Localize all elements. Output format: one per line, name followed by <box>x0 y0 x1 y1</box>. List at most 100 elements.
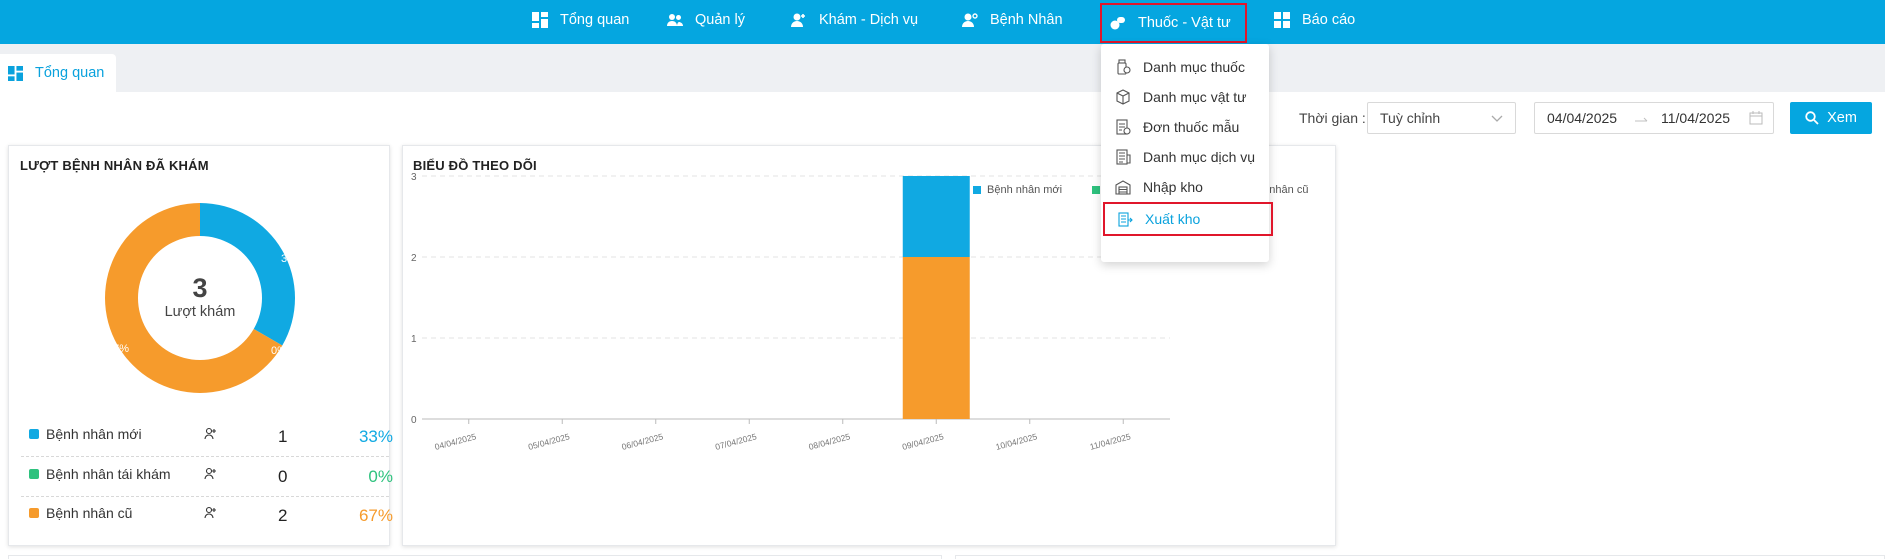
box-icon <box>1116 89 1130 105</box>
nav-item-bao-cao[interactable]: Báo cáo <box>1274 0 1355 40</box>
nav-item-label: Khám - Dịch vụ <box>819 12 919 28</box>
donut-total: 3 <box>192 273 207 303</box>
users-icon <box>204 506 216 519</box>
chart-grid: 0 1 2 3 <box>411 172 1170 426</box>
legend-swatch-return <box>1092 186 1100 194</box>
x-tick-label: 07/04/2025 <box>714 431 758 452</box>
x-tick-label: 05/04/2025 <box>527 431 571 452</box>
legend-label: Bệnh nhân cũ <box>46 505 133 521</box>
thuoc-vat-tu-dropdown: Danh mục thuốc Danh mục vật tư Đơn thuốc… <box>1101 44 1273 262</box>
slice-label-old: 67% <box>107 343 129 355</box>
tab-tong-quan[interactable]: Tổng quan <box>0 54 116 92</box>
users-icon <box>204 427 216 440</box>
menu-item-danh-muc-thuoc[interactable]: Danh mục thuốc <box>1101 52 1269 82</box>
legend-label: Bệnh nhân tái khám <box>46 466 171 482</box>
legend-row-new: Bệnh nhân mới 1 33% <box>21 422 393 455</box>
slice-label-return: 0% <box>271 345 287 357</box>
legend-dot <box>29 429 39 439</box>
menu-item-label: Danh mục thuốc <box>1143 59 1245 75</box>
warehouse-in-icon <box>1115 180 1131 195</box>
legend-percent: 67% <box>358 506 393 525</box>
date-to[interactable]: 11/04/2025 <box>1661 110 1730 126</box>
y-tick-label: 0 <box>411 415 417 426</box>
menu-item-label: Nhập kho <box>1143 179 1203 195</box>
menu-item-label: Đơn thuốc mẫu <box>1143 119 1240 135</box>
x-tick-label: 10/04/2025 <box>995 431 1039 452</box>
divider <box>21 496 389 497</box>
date-from[interactable]: 04/04/2025 <box>1547 110 1617 126</box>
chart-x-labels: 04/04/2025 05/04/2025 06/04/2025 07/04/2025… <box>434 419 1132 452</box>
nav-item-kham-dich-vu[interactable]: Khám - Dịch vụ <box>791 0 918 40</box>
slice-label-new: 33% <box>281 253 303 265</box>
legend-row-return: Bệnh nhân tái khám 0 0% <box>21 462 393 495</box>
chevron-down-icon <box>1491 115 1503 122</box>
divider <box>21 456 389 457</box>
menu-item-label: Danh mục vật tư <box>1143 89 1247 105</box>
nav-item-label: Thuốc - Vật tư <box>1138 15 1231 31</box>
bar-segment-new[interactable] <box>902 176 970 257</box>
time-range-select[interactable]: Tuỳ chỉnh <box>1367 102 1516 134</box>
view-button-label: Xem <box>1827 110 1857 126</box>
nav-item-label: Báo cáo <box>1302 12 1356 28</box>
medicine-bottle-icon <box>1117 59 1131 75</box>
arrow-right-icon <box>1635 117 1648 122</box>
menu-item-nhap-kho[interactable]: Nhập kho <box>1101 172 1269 202</box>
x-tick-label: 06/04/2025 <box>621 431 665 452</box>
nav-item-benh-nhan[interactable]: Bệnh Nhân <box>962 0 1063 40</box>
nav-item-label: Quản lý <box>695 12 745 28</box>
donut-chart: 33% 0% 67% 3 Lượt khám <box>105 203 303 393</box>
legend-count: 2 <box>278 506 288 525</box>
bottom-card-right <box>955 555 1885 559</box>
y-tick-label: 1 <box>411 334 417 345</box>
nav-item-label: Bệnh Nhân <box>990 12 1063 28</box>
legend-label-new: Bệnh nhân mới <box>987 184 1062 196</box>
users-icon <box>204 467 216 480</box>
legend-dot <box>29 508 39 518</box>
doctor-icon <box>791 13 805 27</box>
legend-count: 0 <box>278 467 288 486</box>
donut-slice-new <box>200 203 295 346</box>
legend-count: 1 <box>278 427 288 446</box>
calendar-icon <box>1749 111 1763 125</box>
view-button[interactable]: Xem <box>1790 102 1872 134</box>
donut-total-label: Lượt khám <box>165 304 236 320</box>
dashboard-icon <box>532 12 548 28</box>
legend-swatch-new <box>973 186 981 194</box>
bar-segment-old[interactable] <box>902 257 970 419</box>
chart-bars <box>902 176 970 419</box>
warehouse-out-icon <box>1118 212 1133 227</box>
patients-card: LƯỢT BỆNH NHÂN ĐÃ KHÁM 33% 0% 67% 3 Lượt… <box>8 145 393 546</box>
menu-item-label: Xuất kho <box>1145 211 1201 227</box>
x-tick-label: 09/04/2025 <box>901 431 945 452</box>
menu-item-label: Danh mục dịch vụ <box>1143 149 1256 165</box>
y-tick-label: 3 <box>411 172 417 183</box>
medicine-icon <box>1110 17 1125 31</box>
tab-label: Tổng quan <box>35 65 105 81</box>
search-icon <box>1805 111 1819 125</box>
nav-item-quan-ly[interactable]: Quản lý <box>667 0 745 40</box>
legend-percent: 33% <box>358 427 393 446</box>
users-icon <box>667 14 683 26</box>
bottom-card-left <box>8 555 942 559</box>
top-navbar: Tổng quan Quản lý Khám - Dịch vụ Bệnh Nh… <box>0 0 1885 44</box>
tab-bar: Tổng quan <box>0 44 1885 92</box>
date-range-picker[interactable]: 04/04/2025 11/04/2025 <box>1534 102 1774 134</box>
x-tick-label: 11/04/2025 <box>1089 431 1132 452</box>
nav-item-tong-quan[interactable]: Tổng quan <box>532 0 629 40</box>
legend-percent: 0% <box>368 467 393 486</box>
menu-item-xuat-kho[interactable]: Xuất kho <box>1103 202 1273 236</box>
x-tick-label: 08/04/2025 <box>808 431 852 452</box>
select-value: Tuỳ chỉnh <box>1380 110 1441 126</box>
menu-item-danh-muc-vat-tu[interactable]: Danh mục vật tư <box>1101 82 1269 112</box>
report-icon <box>1274 12 1290 28</box>
menu-item-don-thuoc-mau[interactable]: Đơn thuốc mẫu <box>1101 112 1269 142</box>
time-label: Thời gian : <box>1299 110 1366 126</box>
legend-label: Bệnh nhân mới <box>46 426 142 442</box>
nav-item-thuoc-vat-tu[interactable]: Thuốc - Vật tư <box>1100 3 1247 43</box>
x-tick-label: 04/04/2025 <box>434 431 478 452</box>
prescription-icon <box>1116 119 1131 135</box>
nav-item-label: Tổng quan <box>560 12 630 28</box>
menu-item-danh-muc-dich-vu[interactable]: Danh mục dịch vụ <box>1101 142 1269 172</box>
service-list-icon <box>1116 149 1131 165</box>
patient-icon <box>962 13 978 27</box>
